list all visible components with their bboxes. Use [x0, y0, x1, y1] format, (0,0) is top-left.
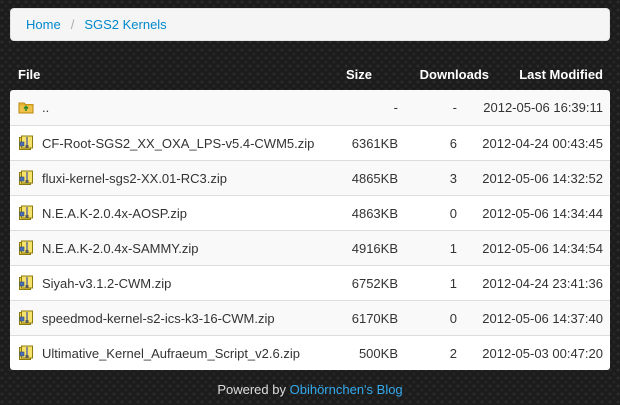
zip-archive-icon — [18, 170, 34, 186]
last-modified: 2012-05-06 14:34:44 — [482, 206, 603, 221]
file-size: 4865KB — [351, 171, 398, 186]
table-row[interactable]: CF-Root-SGS2_XX_OXA_LPS-v5.4-CWM5.zip 636… — [10, 125, 610, 160]
file-size: 4863KB — [351, 206, 398, 221]
table-header: File Size Downloads Last Modified — [10, 58, 610, 90]
last-modified: 2012-04-24 00:43:45 — [482, 136, 603, 151]
file-name-link[interactable]: N.E.A.K-2.0.4x-AOSP.zip — [42, 206, 187, 221]
folder-up-icon — [18, 99, 34, 115]
file-size: 500KB — [358, 346, 398, 361]
column-header-downloads[interactable]: Downloads — [420, 67, 489, 82]
table-row[interactable]: speedmod-kernel-s2-ics-k3-16-CWM.zip 6170… — [10, 300, 610, 335]
breadcrumb-home-link[interactable]: Home — [26, 17, 61, 32]
breadcrumb-separator: / — [70, 17, 75, 32]
download-count: 2 — [449, 346, 457, 361]
file-list: .. - - 2012-05-06 16:39:11 CF-Root-SGS2_XX_O… — [10, 90, 610, 370]
file-name-link[interactable]: N.E.A.K-2.0.4x-SAMMY.zip — [42, 241, 199, 256]
column-header-file[interactable]: File — [18, 67, 40, 82]
last-modified: 2012-05-06 14:32:52 — [482, 171, 603, 186]
file-name-link[interactable]: Siyah-v3.1.2-CWM.zip — [42, 276, 171, 291]
download-count: 1 — [449, 241, 457, 256]
download-count: 3 — [449, 171, 457, 186]
file-name-link[interactable]: fluxi-kernel-sgs2-XX.01-RC3.zip — [42, 171, 227, 186]
column-header-size[interactable]: Size — [346, 67, 372, 82]
zip-archive-icon — [18, 345, 34, 361]
breadcrumb: Home / SGS2 Kernels — [10, 8, 610, 41]
column-header-last-modified[interactable]: Last Modified — [519, 67, 603, 82]
zip-archive-icon — [18, 240, 34, 256]
zip-archive-icon — [18, 135, 34, 151]
table-row[interactable]: fluxi-kernel-sgs2-XX.01-RC3.zip 4865KB 3 20… — [10, 160, 610, 195]
file-name-link[interactable]: Ultimative_Kernel_Aufraeum_Script_v2.6.z… — [42, 346, 300, 361]
breadcrumb-current-link[interactable]: SGS2 Kernels — [84, 17, 166, 32]
download-count: 6 — [449, 136, 457, 151]
last-modified: 2012-05-03 00:47:20 — [482, 346, 603, 361]
file-size: 6361KB — [351, 136, 398, 151]
file-name-link[interactable]: CF-Root-SGS2_XX_OXA_LPS-v5.4-CWM5.zip — [42, 136, 314, 151]
zip-archive-icon — [18, 275, 34, 291]
download-count: 1 — [449, 276, 457, 291]
last-modified: 2012-05-06 14:34:54 — [482, 241, 603, 256]
zip-archive-icon — [18, 310, 34, 326]
zip-archive-icon — [18, 205, 34, 221]
table-row[interactable]: Siyah-v3.1.2-CWM.zip 6752KB 1 2012-04-24 23… — [10, 265, 610, 300]
file-size: 6752KB — [351, 276, 398, 291]
table-row[interactable]: .. - - 2012-05-06 16:39:11 — [10, 90, 610, 125]
footer-prefix: Powered by — [217, 382, 286, 397]
table-row[interactable]: Ultimative_Kernel_Aufraeum_Script_v2.6.z… — [10, 335, 610, 370]
download-count: 0 — [449, 206, 457, 221]
last-modified: 2012-05-06 16:39:11 — [483, 100, 603, 115]
file-size: - — [393, 100, 398, 115]
file-size: 4916KB — [351, 241, 398, 256]
file-size: 6170KB — [351, 311, 398, 326]
download-count: 0 — [449, 311, 457, 326]
footer: Powered by Obihörnchen's Blog — [0, 382, 620, 397]
file-name-link[interactable]: speedmod-kernel-s2-ics-k3-16-CWM.zip — [42, 311, 275, 326]
file-name-link[interactable]: .. — [42, 100, 49, 115]
last-modified: 2012-05-06 14:37:40 — [482, 311, 603, 326]
table-row[interactable]: N.E.A.K-2.0.4x-AOSP.zip 4863KB 0 2012-05-06… — [10, 195, 610, 230]
table-row[interactable]: N.E.A.K-2.0.4x-SAMMY.zip 4916KB 1 2012-05-0… — [10, 230, 610, 265]
download-count: - — [452, 100, 457, 115]
footer-blog-link[interactable]: Obihörnchen's Blog — [290, 382, 403, 397]
last-modified: 2012-04-24 23:41:36 — [482, 276, 603, 291]
